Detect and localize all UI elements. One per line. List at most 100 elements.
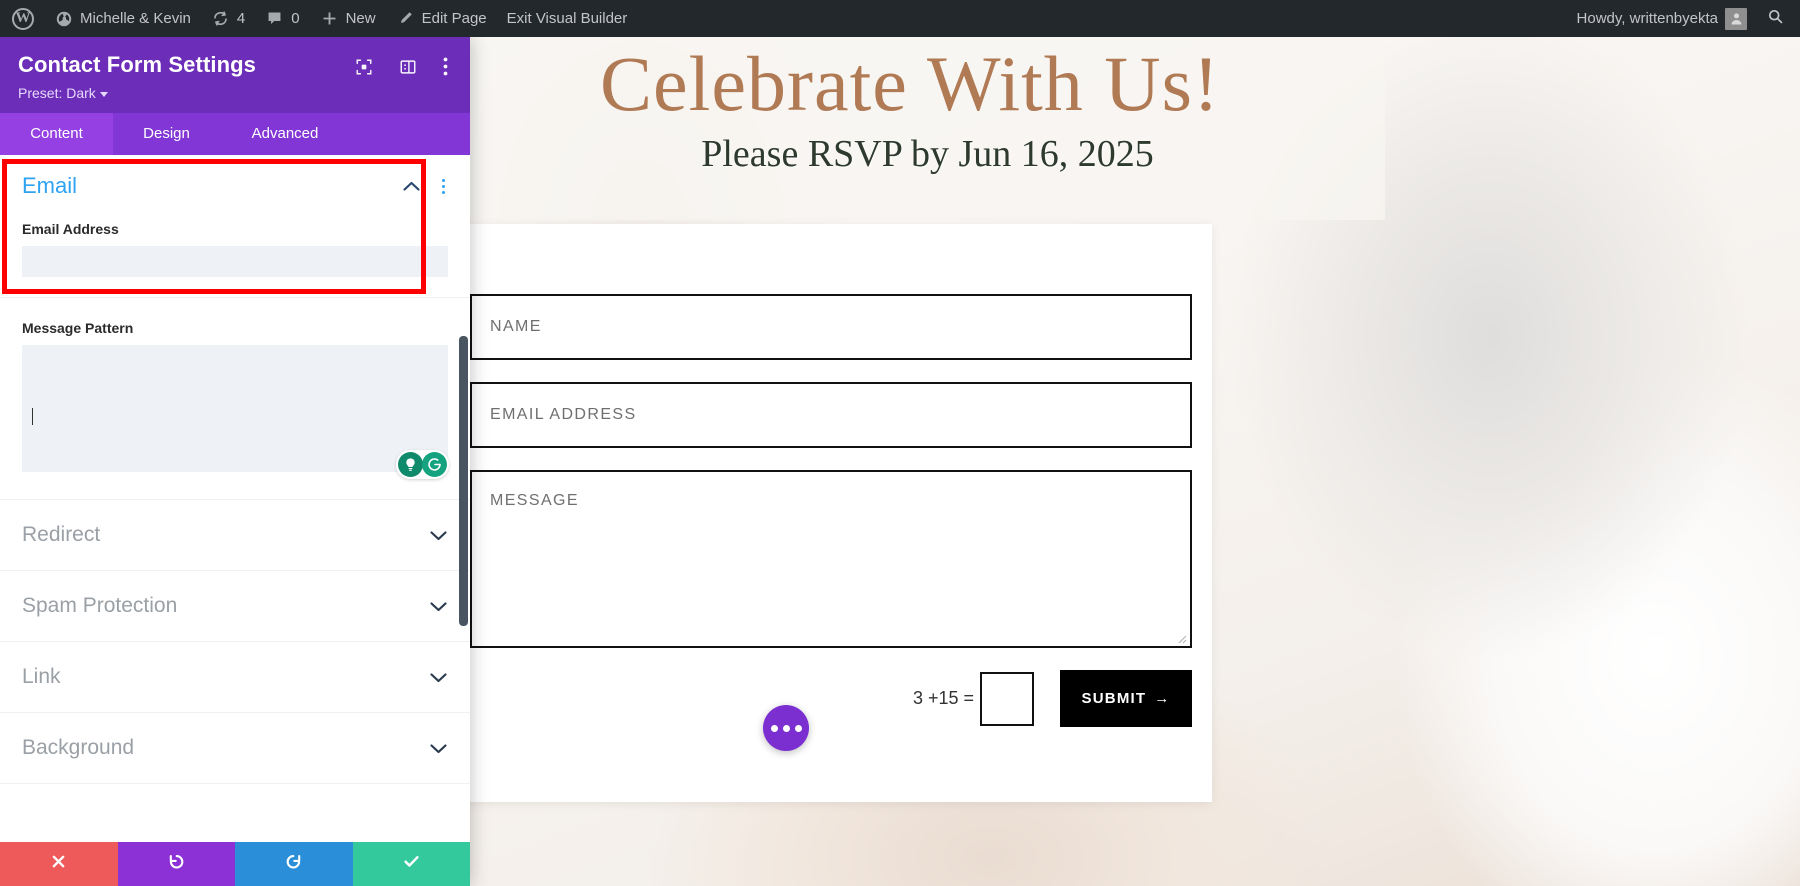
email-section-header[interactable]: Email <box>22 173 448 199</box>
email-field-label: EMAIL ADDRESS <box>490 406 637 423</box>
chevron-down-icon <box>429 671 448 684</box>
undo-icon <box>167 852 186 877</box>
site-name-label: Michelle & Kevin <box>80 10 191 27</box>
chevron-down-icon <box>99 91 108 97</box>
comment-bubble-icon <box>265 9 284 28</box>
grammarly-widget[interactable] <box>396 450 449 480</box>
chevron-down-icon <box>429 529 448 542</box>
exit-visual-builder-label: Exit Visual Builder <box>506 10 628 27</box>
admin-bar-right: Howdy, writtenbyekta <box>1567 0 1800 37</box>
grammarly-assist-icon[interactable] <box>398 452 423 478</box>
wordpress-logo-button[interactable]: W <box>0 0 44 37</box>
message-pattern-textarea[interactable] <box>22 345 448 473</box>
save-button[interactable] <box>352 842 470 886</box>
section-background-label: Background <box>22 736 135 760</box>
search-button[interactable] <box>1757 8 1800 30</box>
dashboard-icon <box>54 9 73 28</box>
revisions-count: 4 <box>236 10 246 27</box>
preset-selector[interactable]: Preset: Dark <box>18 85 452 101</box>
email-section-more-icon[interactable] <box>439 177 448 196</box>
pencil-icon <box>396 9 415 28</box>
preset-label: Preset: Dark <box>18 85 96 102</box>
redo-button[interactable] <box>235 842 353 886</box>
check-icon <box>402 852 421 877</box>
comments-count: 0 <box>291 10 300 27</box>
name-field-label: NAME <box>490 318 542 335</box>
plus-icon <box>320 9 339 28</box>
module-settings-fab[interactable] <box>763 705 809 751</box>
dot-3-icon <box>794 724 802 732</box>
section-redirect[interactable]: Redirect <box>0 500 470 572</box>
settings-tabs: Content Design Advanced <box>0 113 470 156</box>
dot-1-icon <box>770 724 778 732</box>
text-cursor <box>32 408 33 426</box>
tab-advanced[interactable]: Advanced <box>220 113 350 155</box>
edit-page-label: Edit Page <box>421 10 487 27</box>
email-address-input[interactable] <box>22 246 448 278</box>
email-field[interactable]: EMAIL ADDRESS <box>470 382 1192 448</box>
captcha-question: 3 +15 = <box>912 688 974 708</box>
focus-mode-icon[interactable] <box>355 58 373 76</box>
contact-form-settings-panel: Contact Form Settings Preset: Dark Conte… <box>0 37 470 886</box>
chevron-up-icon[interactable] <box>402 180 421 193</box>
page-title: Celebrate With Us! <box>600 40 1220 127</box>
revisions-icon <box>211 9 230 28</box>
submit-button[interactable]: SUBMIT → <box>1060 670 1192 727</box>
edit-page-link[interactable]: Edit Page <box>386 0 497 37</box>
settings-panel-scrollbar[interactable] <box>459 336 468 627</box>
new-label: New <box>345 10 376 27</box>
captcha-input[interactable] <box>980 671 1034 726</box>
redo-icon <box>284 852 303 877</box>
comments-menu[interactable]: 0 <box>255 0 309 37</box>
section-spam-protection-label: Spam Protection <box>22 594 178 618</box>
hero-section: Celebrate With Us! Please RSVP by Jun 16… <box>470 37 1385 220</box>
email-address-label: Email Address <box>22 221 119 238</box>
contact-form: NAME EMAIL ADDRESS MESSAGE 3 +15 = SUBMI… <box>470 294 1192 727</box>
dot-2-icon <box>782 724 790 732</box>
new-content-menu[interactable]: New <box>310 0 386 37</box>
settings-panel-title: Contact Form Settings <box>18 52 256 77</box>
section-spam-protection[interactable]: Spam Protection <box>0 571 470 643</box>
settings-panel-footer <box>0 842 470 886</box>
site-name-menu[interactable]: Michelle & Kevin <box>44 0 201 37</box>
section-link-label: Link <box>22 665 61 689</box>
message-pattern-section: Message Pattern <box>0 298 470 501</box>
undo-button[interactable] <box>117 842 235 886</box>
chevron-down-icon <box>429 742 448 755</box>
dot-1-icon <box>442 178 445 182</box>
name-field[interactable]: NAME <box>470 294 1192 360</box>
admin-bar-left: W Michelle & Kevin 4 0 New Edit Page Exi… <box>0 0 637 37</box>
page-preview: Celebrate With Us! Please RSVP by Jun 16… <box>470 37 1800 886</box>
submit-button-label: SUBMIT <box>1081 690 1147 707</box>
rsvp-subtitle: Please RSVP by Jun 16, 2025 <box>701 133 1154 175</box>
cancel-button[interactable] <box>0 842 118 886</box>
tab-content[interactable]: Content <box>0 113 113 156</box>
email-section: Email Email Address <box>0 155 470 299</box>
section-redirect-label: Redirect <box>22 523 101 547</box>
settings-scroll-content: Email Email Address Message Pattern Redi… <box>0 155 470 785</box>
wordpress-logo-icon: W <box>12 7 34 30</box>
tab-design[interactable]: Design <box>113 113 220 155</box>
close-icon <box>50 853 67 876</box>
chevron-down-icon <box>429 600 448 613</box>
grammarly-logo-icon[interactable] <box>422 452 447 478</box>
form-footer-row: 3 +15 = SUBMIT → <box>470 670 1192 727</box>
dot-2-icon <box>442 184 445 188</box>
resize-handle-icon[interactable] <box>1175 631 1187 644</box>
section-background[interactable]: Background <box>0 713 470 785</box>
my-account-menu[interactable]: Howdy, writtenbyekta <box>1567 0 1757 37</box>
dot-3-icon <box>442 190 445 194</box>
revisions-menu[interactable]: 4 <box>201 0 255 37</box>
message-field-label: MESSAGE <box>490 492 579 509</box>
message-field[interactable]: MESSAGE <box>470 470 1192 648</box>
arrow-right-icon: → <box>1154 690 1171 707</box>
exit-visual-builder-link[interactable]: Exit Visual Builder <box>497 0 638 37</box>
section-link[interactable]: Link <box>0 642 470 714</box>
email-section-title: Email <box>22 173 78 199</box>
howdy-label: Howdy, writtenbyekta <box>1576 10 1718 27</box>
panel-layout-icon[interactable] <box>399 58 417 76</box>
wp-admin-bar: W Michelle & Kevin 4 0 New Edit Page Exi… <box>0 0 1800 37</box>
settings-panel-body: Email Email Address Message Pattern Redi… <box>0 155 470 842</box>
panel-more-options-icon[interactable] <box>443 57 448 76</box>
contact-form-card: NAME EMAIL ADDRESS MESSAGE 3 +15 = SUBMI… <box>470 224 1212 802</box>
